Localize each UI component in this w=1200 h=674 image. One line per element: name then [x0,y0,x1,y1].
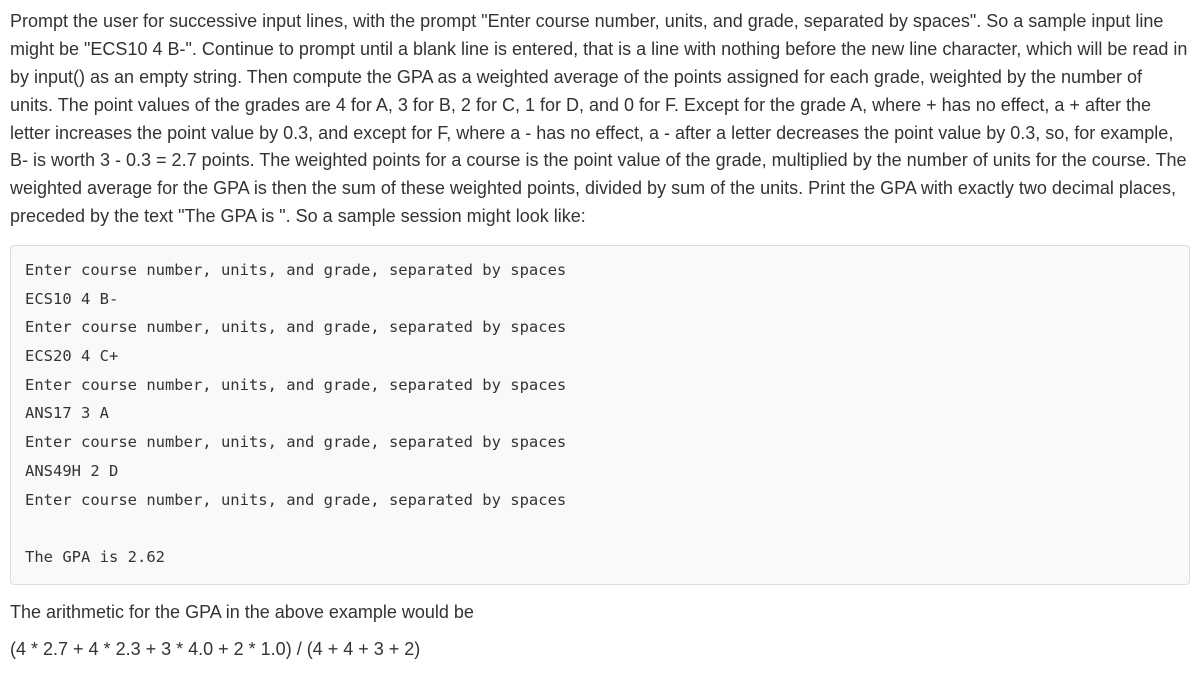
arithmetic-formula: (4 * 2.7 + 4 * 2.3 + 3 * 4.0 + 2 * 1.0) … [10,636,1190,664]
sample-session-code: Enter course number, units, and grade, s… [10,245,1190,584]
problem-statement: Prompt the user for successive input lin… [10,8,1190,231]
arithmetic-explanation: The arithmetic for the GPA in the above … [10,599,1190,627]
